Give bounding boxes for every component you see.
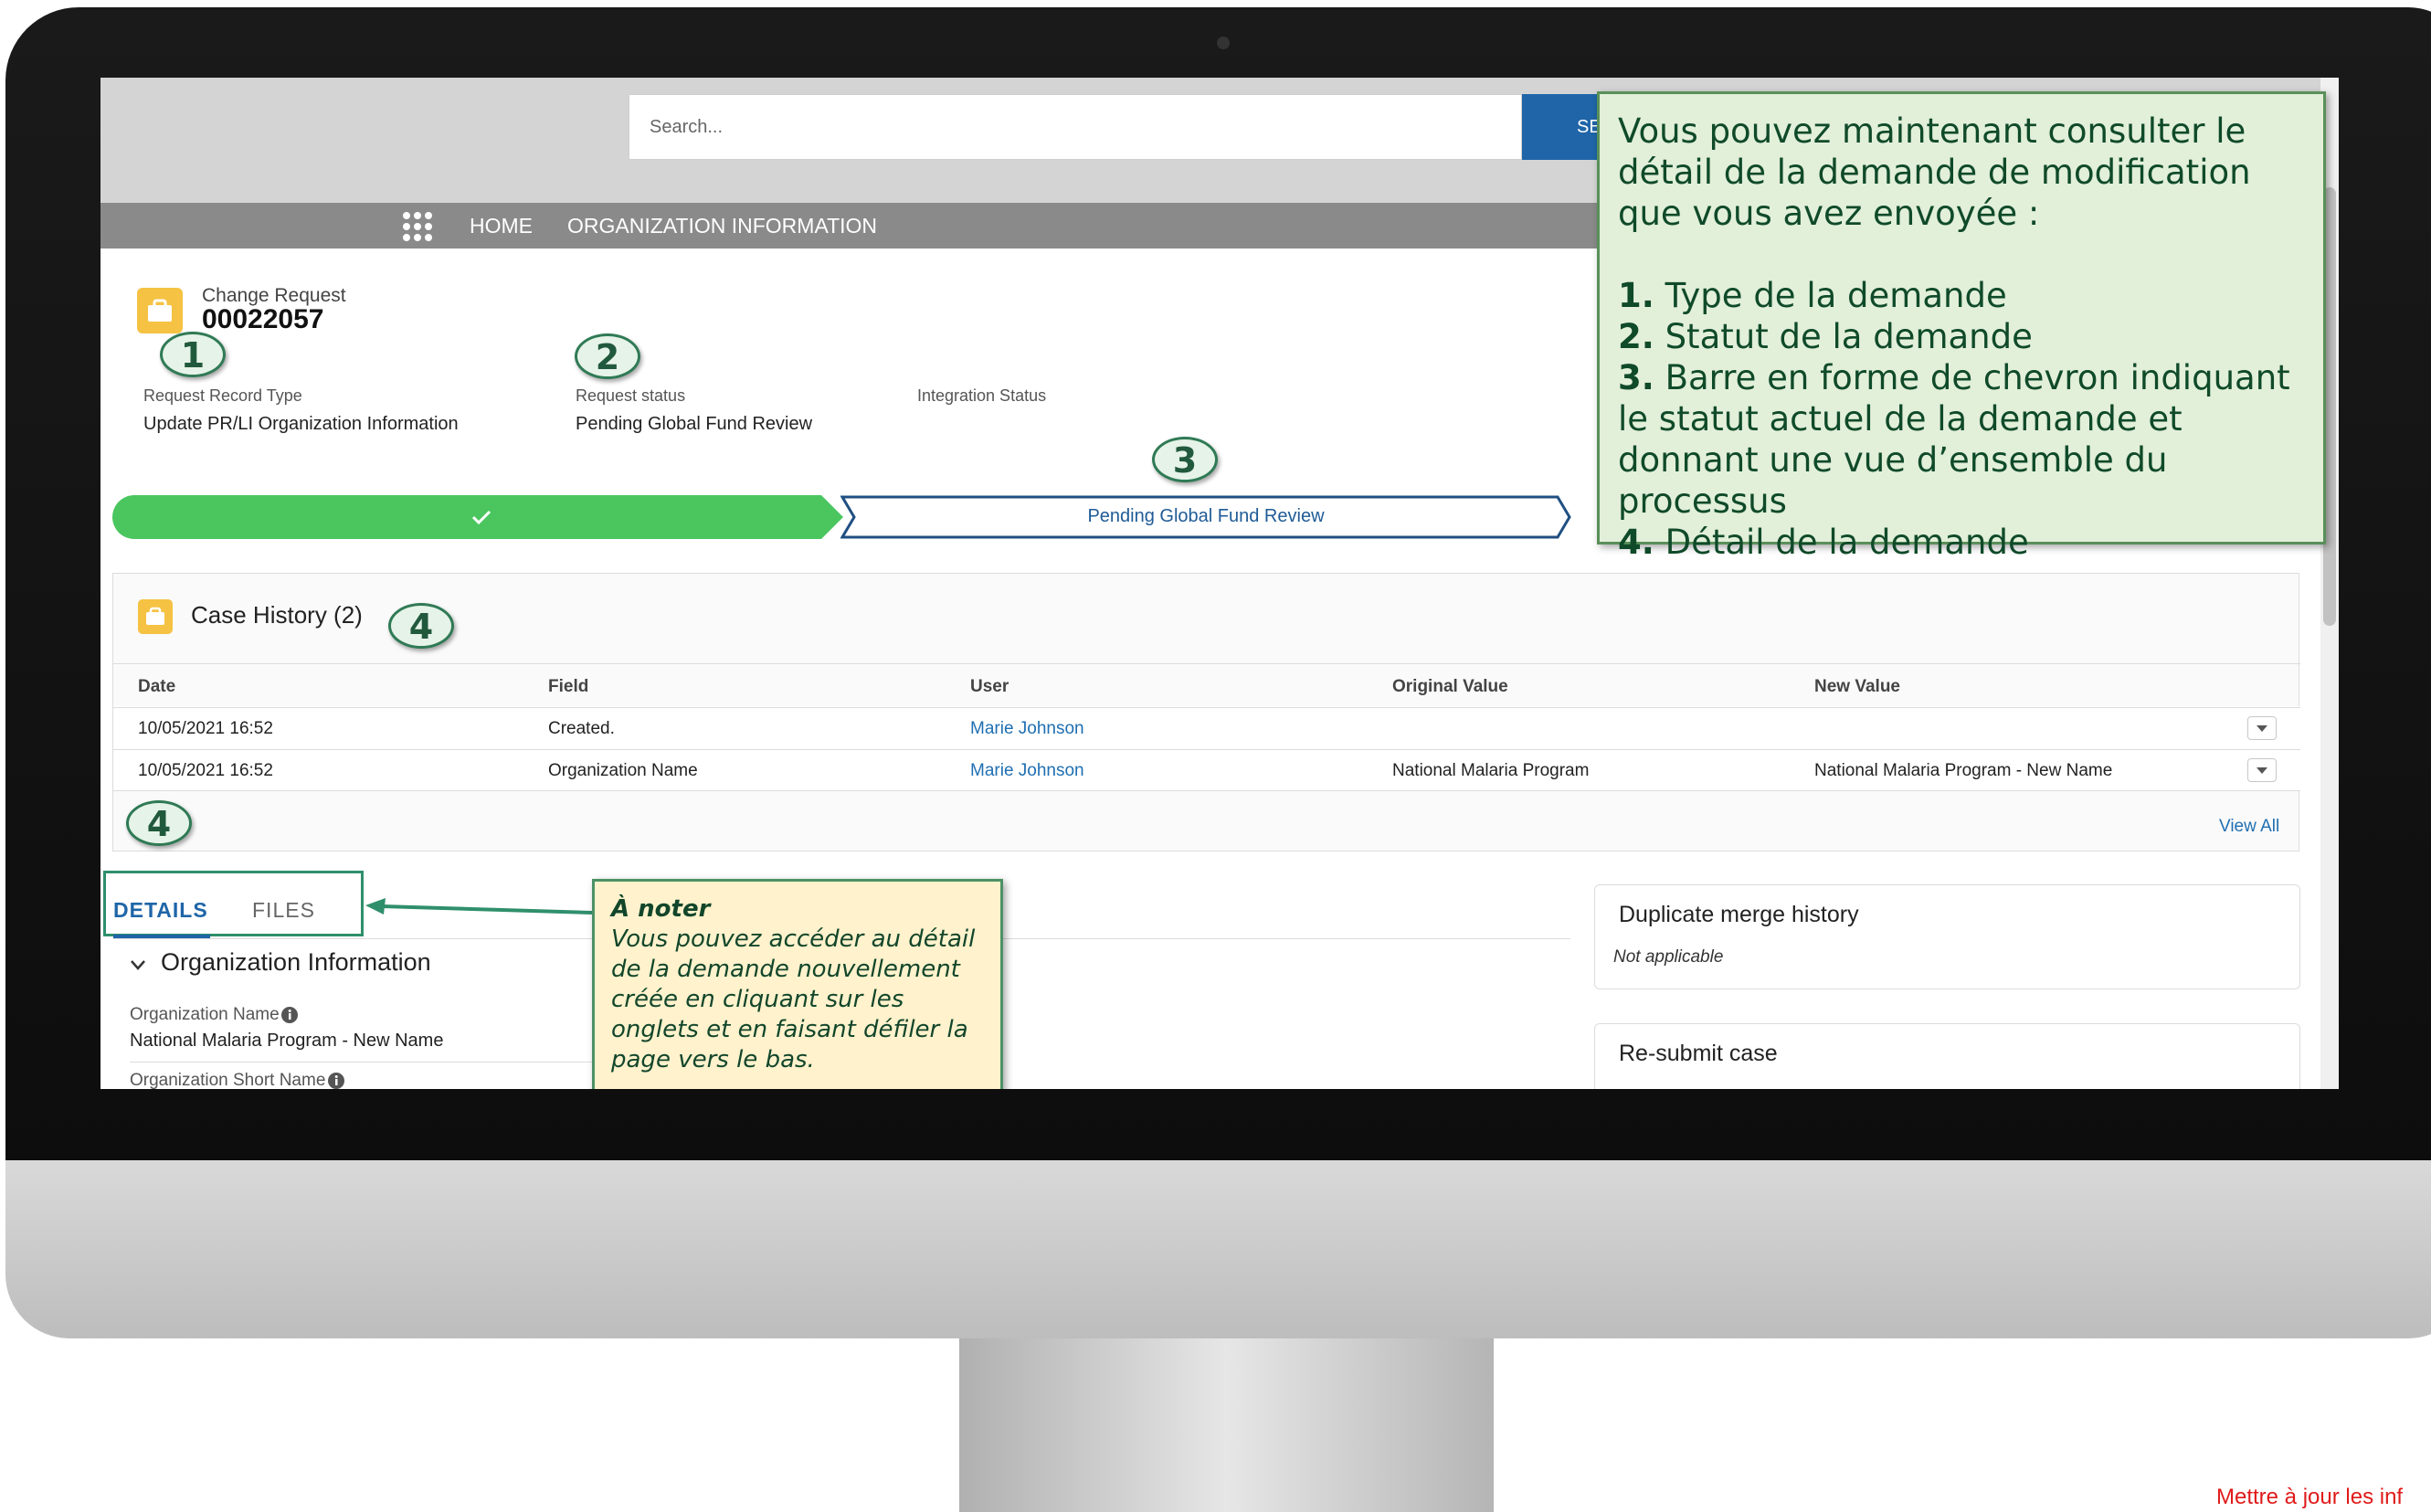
step-marker-4-case-history: 4	[388, 603, 454, 649]
field-value-request-status: Pending Global Fund Review	[576, 414, 813, 434]
monitor-stand	[959, 1338, 1494, 1512]
note-callout: À noter Vous pouvez accéder au détail de…	[592, 879, 1003, 1089]
callout-item-number: 4.	[1618, 523, 1654, 562]
path-step-current[interactable]: Pending Global Fund Review	[840, 495, 1571, 539]
pointer-arrow	[365, 898, 593, 915]
view-all-link[interactable]: View All	[2219, 817, 2279, 837]
nav-home[interactable]: HOME	[470, 214, 533, 238]
callout-item-4: 4. Détail de la demande	[1618, 522, 2305, 563]
callout-item-1: 1. Type de la demande	[1618, 275, 2305, 316]
callout-item-number: 2.	[1618, 317, 1654, 356]
cell-date: 10/05/2021 16:52	[138, 719, 273, 738]
column-header-date: Date	[138, 677, 176, 696]
row-actions-button[interactable]	[2247, 758, 2277, 782]
field-label-request-status: Request status	[576, 386, 686, 405]
duplicate-merge-history-value: Not applicable	[1613, 947, 1724, 967]
footer-note-text: Mettre à jour les inf	[2216, 1485, 2404, 1509]
callout-item-text: Barre en forme de chevron indiquant le s…	[1618, 358, 2290, 521]
cell-user-link[interactable]: Marie Johnson	[970, 761, 1084, 781]
path-step-completed[interactable]	[112, 495, 843, 539]
search-input[interactable]: Search...	[629, 94, 1522, 160]
column-header-user: User	[970, 677, 1009, 696]
cell-new-value: National Malaria Program - New Name	[1814, 761, 2113, 780]
duplicate-merge-history-title: Duplicate merge history	[1619, 902, 1859, 927]
field-label-record-type: Request Record Type	[143, 386, 302, 405]
monitor-chin	[5, 1160, 2431, 1338]
step-marker-1: 1	[160, 332, 226, 377]
step-marker-2: 2	[575, 333, 640, 379]
callout-item-2: 2. Statut de la demande	[1618, 316, 2305, 357]
column-header-field: Field	[548, 677, 589, 696]
cell-user-link[interactable]: Marie Johnson	[970, 719, 1084, 739]
callout-item-text: Détail de la demande	[1654, 523, 2029, 562]
field-label-integration-status: Integration Status	[917, 386, 1047, 405]
app-launcher-icon[interactable]	[402, 211, 433, 242]
briefcase-icon	[137, 288, 183, 333]
dropdown-arrow-icon	[2257, 725, 2267, 732]
step-marker-3: 3	[1152, 437, 1218, 482]
info-icon[interactable]	[280, 1006, 299, 1024]
path-current-label: Pending Global Fund Review	[1087, 506, 1325, 526]
info-icon[interactable]	[327, 1072, 345, 1089]
duplicate-merge-history-card: Duplicate merge history Not applicable	[1594, 884, 2300, 989]
field-label-organization-short-name: Organization Short Name	[130, 1071, 326, 1089]
note-title: À noter	[611, 895, 711, 923]
callout-intro: Vous pouvez maintenant consulter le déta…	[1618, 111, 2251, 233]
nav-organization-information[interactable]: ORGANIZATION INFORMATION	[567, 214, 877, 238]
dropdown-arrow-icon	[2257, 767, 2267, 774]
checkmark-icon	[471, 510, 491, 525]
step-marker-4-details: 4	[126, 800, 192, 846]
field-label-organization-name: Organization Name	[130, 1005, 280, 1024]
cell-field: Organization Name	[548, 761, 698, 780]
callout-item-text: Type de la demande	[1654, 276, 2007, 315]
section-title-organization-information[interactable]: Organization Information	[161, 948, 431, 977]
resubmit-case-card: Re-submit case	[1594, 1023, 2300, 1089]
tab-files[interactable]: FILES	[252, 898, 315, 923]
chevron-down-icon[interactable]	[128, 955, 148, 975]
tab-details[interactable]: DETAILS	[113, 898, 208, 923]
column-header-original-value: Original Value	[1392, 677, 1508, 696]
cell-date: 10/05/2021 16:52	[138, 761, 273, 780]
table-row: 10/05/2021 16:52 Created. Marie Johnson	[113, 707, 2300, 749]
camera-dot	[1217, 37, 1230, 49]
explanation-callout: Vous pouvez maintenant consulter le déta…	[1597, 91, 2326, 562]
cell-original-value: National Malaria Program	[1392, 761, 1590, 780]
table-row: 10/05/2021 16:52 Organization Name Marie…	[113, 749, 2300, 791]
record-number: 00022057	[202, 304, 324, 334]
field-value-organization-name: National Malaria Program - New Name	[130, 1031, 444, 1051]
callout-item-text: Statut de la demande	[1654, 317, 2033, 356]
note-body: Vous pouvez accéder au détail de la dema…	[611, 925, 976, 1073]
row-actions-button[interactable]	[2247, 716, 2277, 740]
callout-item-number: 3.	[1618, 358, 1654, 397]
column-header-new-value: New Value	[1814, 677, 1900, 696]
callout-item-number: 1.	[1618, 276, 1654, 315]
resubmit-case-title: Re-submit case	[1619, 1041, 1778, 1066]
callout-item-3: 3. Barre en forme de chevron indiquant l…	[1618, 357, 2305, 522]
cell-field: Created.	[548, 719, 615, 738]
divider	[113, 663, 2300, 664]
briefcase-icon	[138, 599, 173, 634]
search-placeholder: Search...	[650, 117, 724, 137]
field-value-record-type: Update PR/LI Organization Information	[143, 414, 459, 434]
case-history-title: Case History (2)	[191, 601, 363, 629]
